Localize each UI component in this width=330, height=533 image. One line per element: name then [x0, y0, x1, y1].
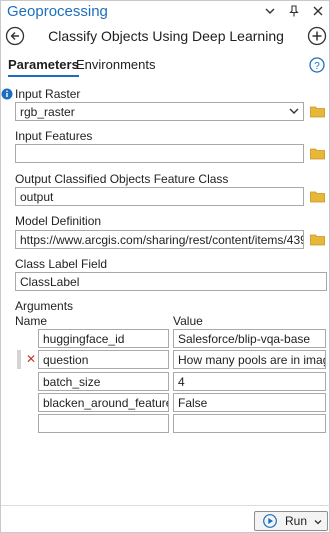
remove-row-icon[interactable]: ✕ — [26, 352, 36, 366]
tool-title: Classify Objects Using Deep Learning — [48, 28, 284, 44]
options-dropdown-icon[interactable] — [263, 4, 277, 18]
title-bar: Geoprocessing — [1, 1, 330, 23]
output-fc-label: Output Classified Objects Feature Class — [15, 172, 229, 186]
input-raster-value: rgb_raster — [20, 105, 75, 119]
class-label-field-value: ClassLabel — [20, 275, 80, 289]
geoprocessing-pane: Geoprocessing Classify Objects Using Dee… — [0, 0, 330, 533]
pin-icon[interactable] — [287, 4, 301, 18]
title-bar-controls — [263, 4, 325, 18]
model-definition-field[interactable]: https://www.arcgis.com/sharing/rest/cont… — [15, 230, 304, 249]
output-fc-field[interactable]: output — [15, 187, 304, 206]
browse-folder-icon[interactable] — [310, 105, 325, 118]
browse-folder-icon[interactable] — [310, 190, 325, 203]
chevron-down-icon[interactable] — [313, 516, 323, 526]
model-definition-label: Model Definition — [15, 214, 102, 228]
browse-folder-icon[interactable] — [310, 147, 325, 160]
help-icon[interactable]: ? — [309, 57, 325, 73]
tab-parameters[interactable]: Parameters — [8, 57, 79, 77]
argument-value-cell[interactable]: False — [173, 393, 326, 412]
run-button[interactable]: Run — [254, 511, 328, 531]
argument-name-cell[interactable]: huggingface_id — [38, 329, 169, 348]
browse-folder-icon[interactable] — [310, 233, 325, 246]
footer-divider — [1, 505, 330, 506]
arguments-label: Arguments — [15, 299, 74, 313]
tab-environments[interactable]: Environments — [76, 57, 155, 75]
chevron-down-icon[interactable] — [288, 105, 300, 117]
output-fc-value: output — [20, 190, 54, 204]
run-button-label: Run — [285, 514, 308, 528]
class-label-field-label: Class Label Field — [15, 257, 108, 271]
argument-value-cell[interactable]: Salesforce/blip-vqa-base — [173, 329, 326, 348]
info-icon[interactable] — [1, 87, 13, 100]
input-features-label: Input Features — [15, 129, 93, 143]
input-features-field[interactable] — [15, 144, 304, 163]
svg-text:?: ? — [314, 61, 320, 72]
argument-name-cell[interactable]: blacken_around_feature — [38, 393, 169, 412]
argument-name-cell[interactable]: question — [38, 350, 169, 369]
row-selection-handle[interactable] — [17, 350, 21, 369]
argument-value-cell[interactable]: How many pools are in image ? — [173, 350, 326, 369]
argument-name-cell[interactable] — [38, 414, 169, 433]
argument-value-cell[interactable]: 4 — [173, 372, 326, 391]
pane-title: Geoprocessing — [7, 3, 108, 20]
argument-name-cell[interactable]: batch_size — [38, 372, 169, 391]
class-label-field-input[interactable]: ClassLabel — [15, 272, 327, 291]
close-icon[interactable] — [311, 4, 325, 18]
add-plus-icon[interactable] — [307, 26, 327, 46]
value-column-header: Value — [173, 314, 203, 328]
tab-strip: Parameters Environments ? — [1, 57, 330, 79]
tool-header: Classify Objects Using Deep Learning — [1, 25, 330, 49]
play-icon — [263, 514, 277, 528]
input-raster-dropdown[interactable]: rgb_raster — [15, 102, 304, 121]
model-definition-value: https://www.arcgis.com/sharing/rest/cont… — [20, 233, 304, 247]
name-column-header: Name — [15, 314, 48, 328]
argument-value-cell[interactable] — [173, 414, 326, 433]
input-raster-label: Input Raster — [15, 87, 81, 101]
